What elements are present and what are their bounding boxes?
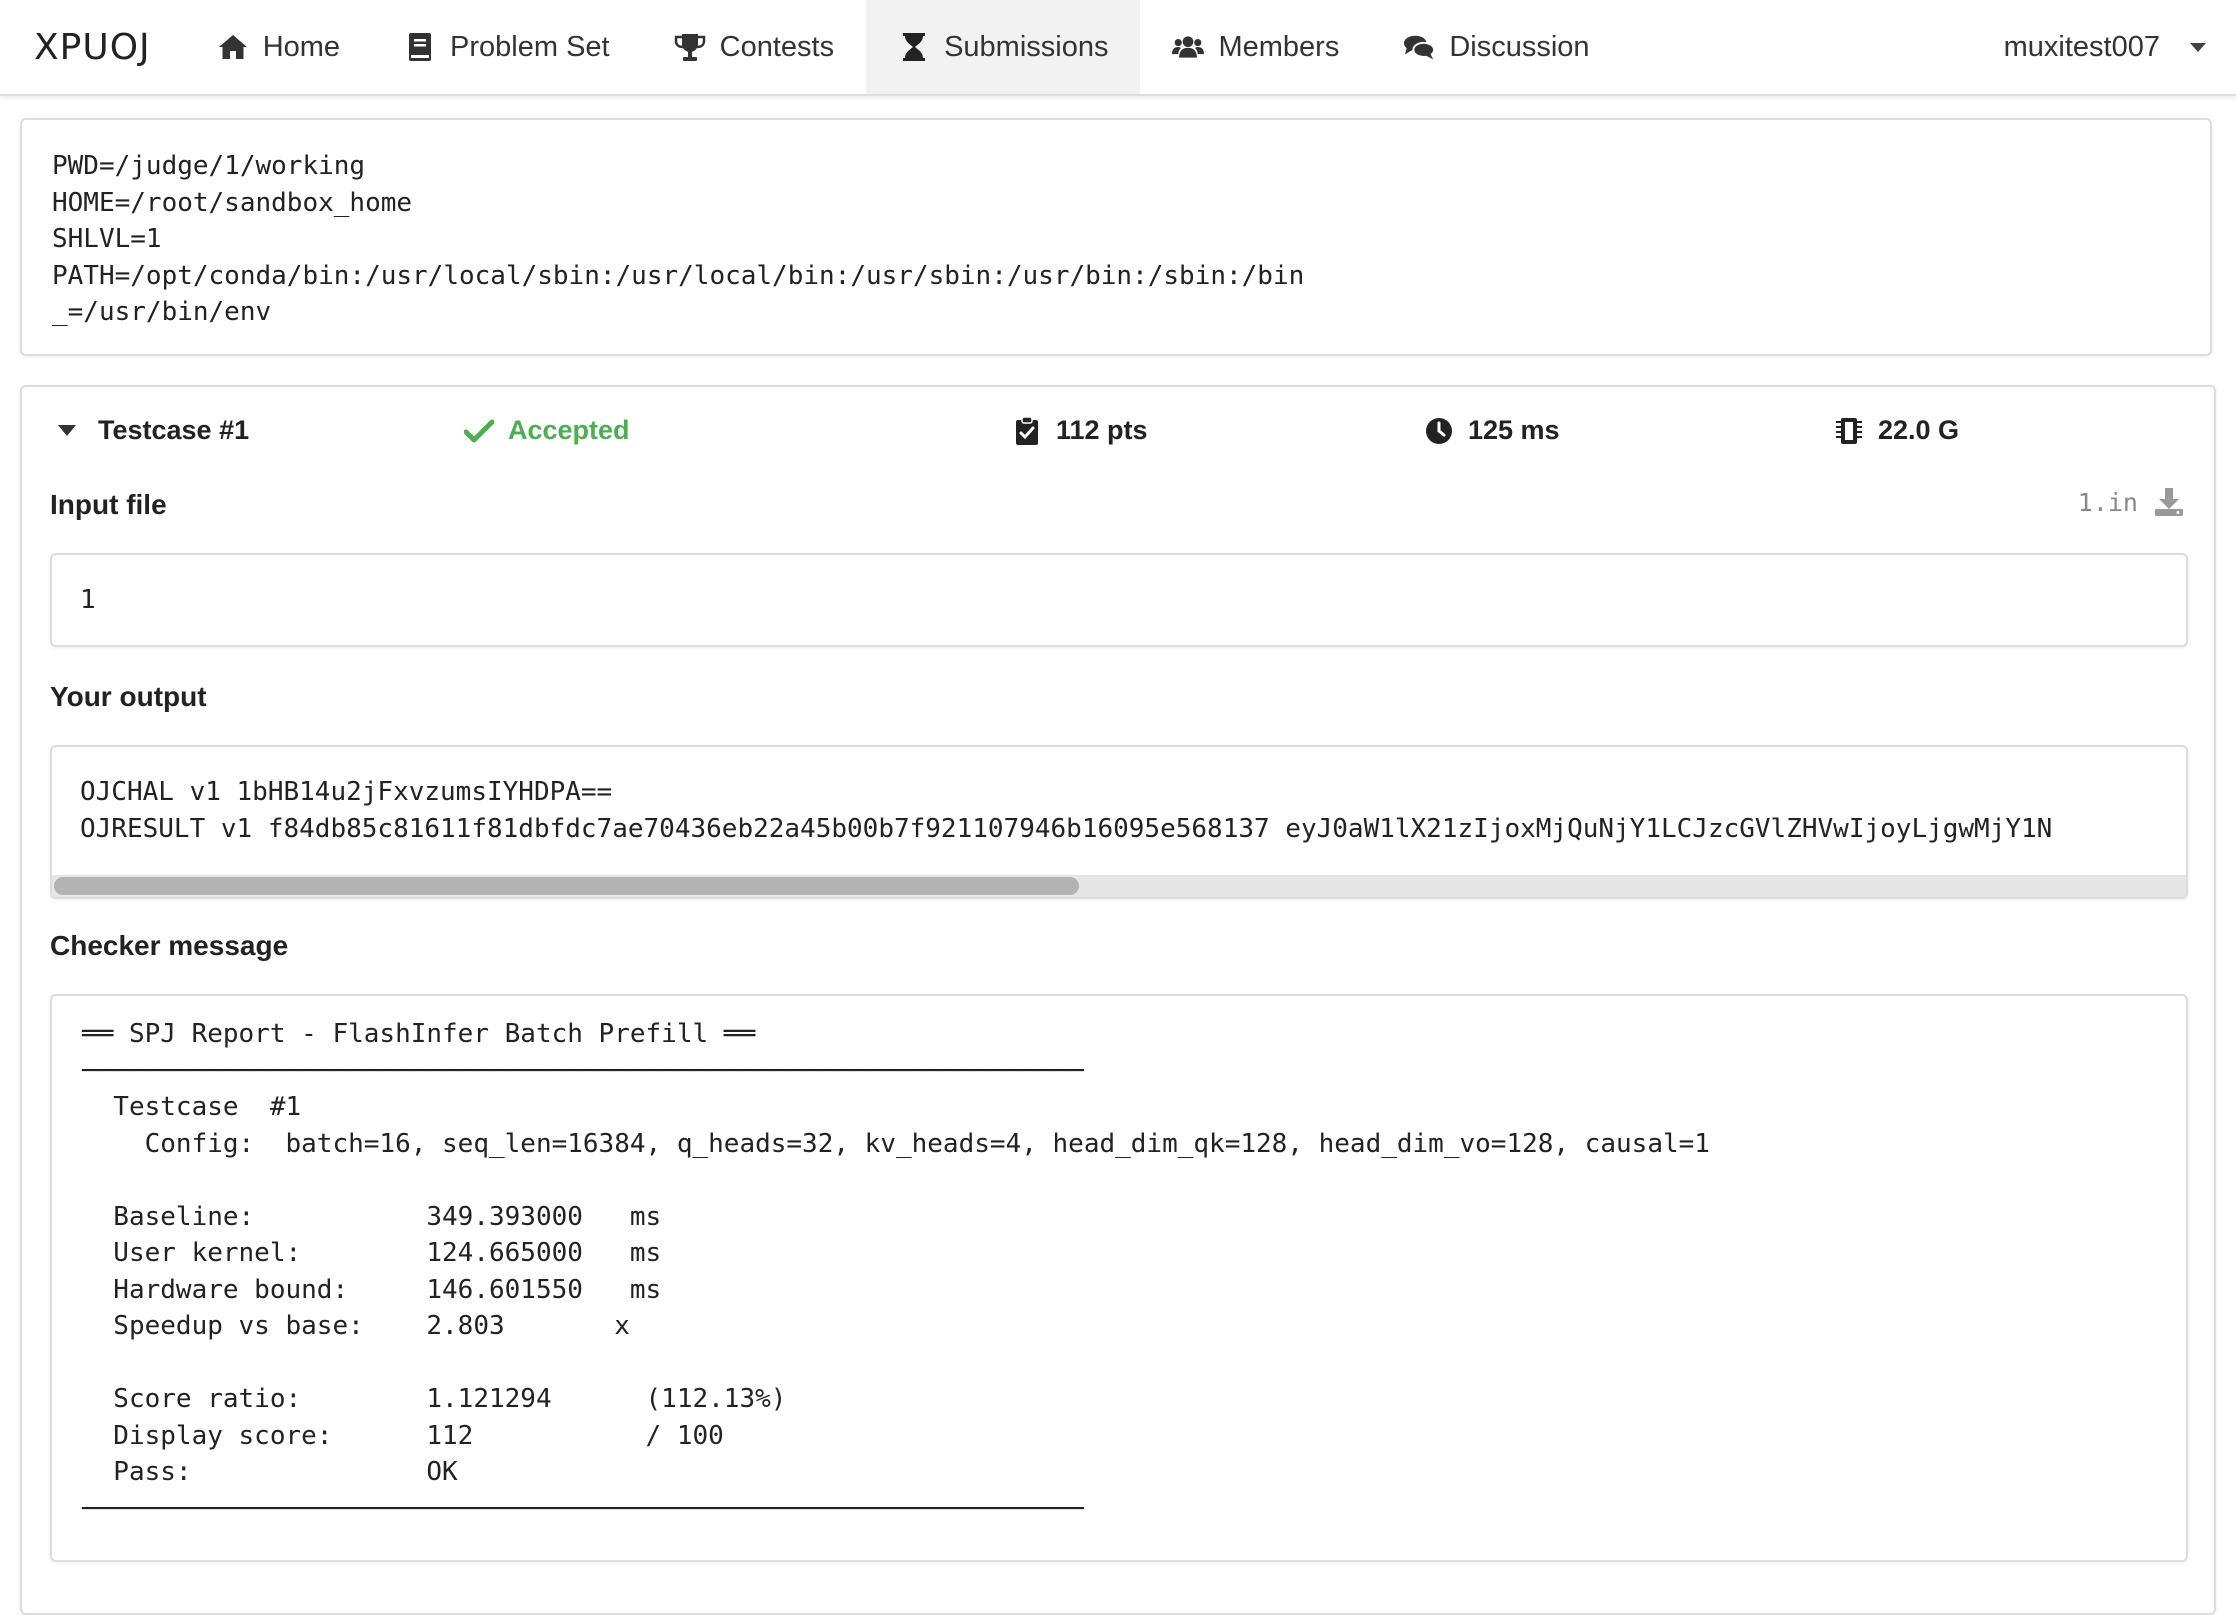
testcase-score: 112 pts bbox=[1012, 415, 1148, 446]
nav-members-label: Members bbox=[1218, 30, 1340, 63]
your-output-box: OJCHAL v1 1bHB14u2jFxvzumsIYHDPA== OJRES… bbox=[50, 745, 2188, 899]
clock-icon bbox=[1424, 416, 1454, 446]
users-icon bbox=[1172, 31, 1205, 63]
user-menu-dropdown[interactable]: muxitest007 bbox=[2004, 0, 2236, 94]
nav-submissions[interactable]: Submissions bbox=[866, 0, 1141, 94]
testcase-toggle[interactable]: Testcase #1 bbox=[58, 415, 249, 446]
horizontal-scrollbar[interactable] bbox=[52, 875, 2186, 897]
environment-output-text: PWD=/judge/1/working HOME=/root/sandbox_… bbox=[52, 151, 1305, 327]
your-output-label: Your output bbox=[50, 681, 207, 712]
download-icon bbox=[2154, 487, 2184, 517]
memory-label: 22.0 G bbox=[1878, 415, 1960, 445]
check-icon bbox=[464, 416, 494, 446]
time-label: 125 ms bbox=[1468, 415, 1560, 445]
nav-problem-set[interactable]: Problem Set bbox=[372, 0, 642, 94]
testcase-title: Testcase #1 bbox=[98, 415, 250, 445]
status-label: Accepted bbox=[508, 415, 630, 445]
testcase-memory: 22.0 G bbox=[1834, 415, 1959, 446]
nav-discussion-label: Discussion bbox=[1449, 30, 1590, 63]
testcase-time: 125 ms bbox=[1424, 415, 1560, 446]
book-icon bbox=[404, 31, 436, 63]
hourglass-icon bbox=[898, 31, 930, 63]
input-file-content: 1 bbox=[80, 585, 96, 615]
score-label: 112 pts bbox=[1056, 415, 1148, 445]
microchip-icon bbox=[1834, 416, 1864, 446]
nav-contests-label: Contests bbox=[719, 30, 835, 63]
nav-submissions-label: Submissions bbox=[944, 30, 1109, 63]
username: muxitest007 bbox=[2003, 30, 2160, 63]
comments-icon bbox=[1403, 31, 1436, 63]
clipboard-check-icon bbox=[1012, 415, 1042, 446]
nav-members[interactable]: Members bbox=[1140, 0, 1371, 94]
nav-problem-set-label: Problem Set bbox=[450, 30, 610, 63]
input-file-box: 1 bbox=[50, 553, 2188, 647]
scrollbar-thumb[interactable] bbox=[54, 877, 1079, 895]
top-navbar: XPUOJ Home Problem Set Contests Submissi… bbox=[0, 0, 2236, 96]
input-file-name: 1.in bbox=[2077, 487, 2138, 517]
environment-output-box: PWD=/judge/1/working HOME=/root/sandbox_… bbox=[20, 118, 2212, 356]
caret-down-icon bbox=[58, 425, 76, 436]
checker-message-label: Checker message bbox=[50, 930, 289, 961]
trophy-icon bbox=[674, 31, 706, 63]
input-file-download-link[interactable]: 1.in bbox=[2078, 487, 2184, 517]
nav-home-label: Home bbox=[262, 30, 341, 63]
your-output-content: OJCHAL v1 1bHB14u2jFxvzumsIYHDPA== OJRES… bbox=[80, 777, 2053, 844]
chevron-down-icon bbox=[2190, 42, 2206, 52]
testcase-card: Testcase #1 Accepted 112 pts 125 ms 22.0 bbox=[20, 385, 2216, 1615]
checker-message-box: ══ SPJ Report - FlashInfer Batch Prefill… bbox=[50, 994, 2188, 1562]
nav-home[interactable]: Home bbox=[185, 0, 372, 94]
nav-discussion[interactable]: Discussion bbox=[1371, 0, 1621, 94]
testcase-header[interactable]: Testcase #1 Accepted 112 pts 125 ms 22.0 bbox=[22, 387, 2214, 477]
testcase-status: Accepted bbox=[464, 415, 630, 446]
nav-contests[interactable]: Contests bbox=[642, 0, 866, 94]
input-file-label: Input file bbox=[50, 489, 167, 520]
home-icon bbox=[217, 31, 249, 63]
checker-message-content: ══ SPJ Report - FlashInfer Batch Prefill… bbox=[82, 1019, 1710, 1524]
brand-logo[interactable]: XPUOJ bbox=[0, 0, 185, 94]
